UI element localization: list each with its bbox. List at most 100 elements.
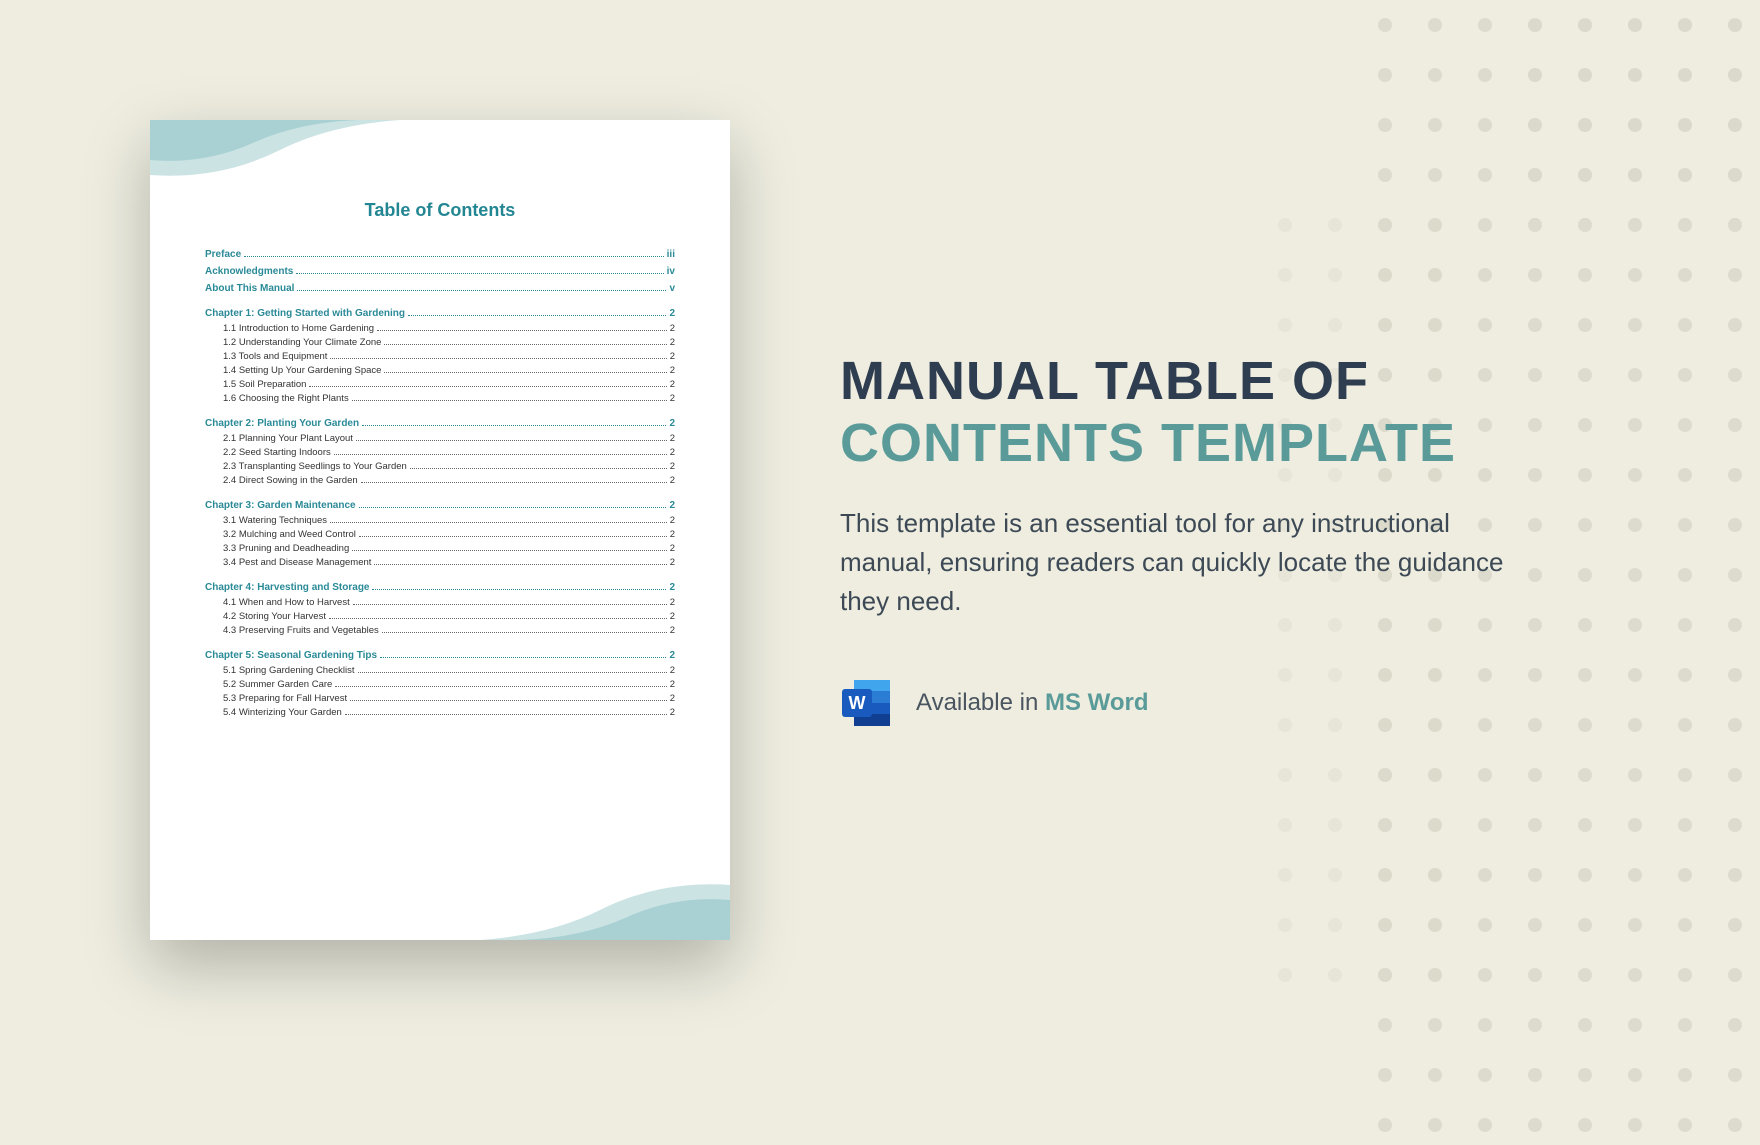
toc-label: 2.3 Transplanting Seedlings to Your Gard…	[223, 461, 407, 472]
toc-label: 5.2 Summer Garden Care	[223, 679, 332, 690]
toc-sub-line: 4.2 Storing Your Harvest 2	[205, 611, 675, 622]
toc-page: 2	[670, 611, 675, 622]
toc-leader-dots	[377, 330, 667, 331]
toc-leader-dots	[362, 425, 666, 426]
toc-sub-line: 3.3 Pruning and Deadheading 2	[205, 543, 675, 554]
toc-leader-dots	[353, 604, 667, 605]
toc-leader-dots	[408, 315, 666, 316]
toc-label: 2.2 Seed Starting Indoors	[223, 447, 331, 458]
toc-label: 3.3 Pruning and Deadheading	[223, 543, 349, 554]
toc-sub-line: 1.5 Soil Preparation 2	[205, 379, 675, 390]
toc-label: 2.4 Direct Sowing in the Garden	[223, 475, 358, 486]
available-prefix: Available in	[916, 689, 1045, 716]
toc-chapter-line: Chapter 5: Seasonal Gardening Tips2	[205, 650, 675, 661]
toc-leader-dots	[384, 372, 666, 373]
toc-front-line: Prefaceiii	[205, 249, 675, 260]
toc-page: 2	[669, 582, 675, 593]
available-row: W Available in MS Word	[840, 676, 1600, 730]
svg-text:W: W	[849, 693, 866, 713]
toc-label: 2.1 Planning Your Plant Layout	[223, 433, 353, 444]
headline-line-2: CONTENTS TEMPLATE	[840, 412, 1600, 474]
toc-label: Chapter 2: Planting Your Garden	[205, 418, 359, 429]
toc-label: Chapter 3: Garden Maintenance	[205, 500, 356, 511]
toc-page: 2	[670, 625, 675, 636]
toc-sub-line: 1.3 Tools and Equipment2	[205, 351, 675, 362]
toc-sub-line: 3.4 Pest and Disease Management2	[205, 557, 675, 568]
toc-leader-dots	[345, 714, 667, 715]
toc-label: Acknowledgments	[205, 266, 293, 277]
toc-chapter-line: Chapter 3: Garden Maintenance2	[205, 500, 675, 511]
toc-leader-dots	[361, 482, 667, 483]
toc-label: 4.2 Storing Your Harvest	[223, 611, 326, 622]
toc-sub-line: 1.1 Introduction to Home Gardening2	[205, 323, 675, 334]
toc-chapter-line: Chapter 4: Harvesting and Storage 2	[205, 582, 675, 593]
toc-label: 1.6 Choosing the Right Plants	[223, 393, 349, 404]
toc-page: 2	[670, 543, 675, 554]
toc-leader-dots	[329, 618, 667, 619]
toc-leader-dots	[374, 564, 666, 565]
available-text: Available in MS Word	[916, 689, 1149, 717]
toc-label: 3.2 Mulching and Weed Control	[223, 529, 356, 540]
toc-leader-dots	[359, 536, 667, 537]
toc-page: 2	[669, 308, 675, 319]
toc-label: About This Manual	[205, 283, 294, 294]
toc-page: 2	[669, 650, 675, 661]
toc-leader-dots	[410, 468, 667, 469]
toc-page: 2	[670, 679, 675, 690]
wave-bottom-icon	[480, 860, 730, 940]
toc-leader-dots	[330, 358, 666, 359]
toc-page: 2	[670, 529, 675, 540]
toc-sub-line: 2.1 Planning Your Plant Layout 2	[205, 433, 675, 444]
toc-sub-line: 2.3 Transplanting Seedlings to Your Gard…	[205, 461, 675, 472]
toc-page: 2	[670, 379, 675, 390]
toc-leader-dots	[380, 657, 666, 658]
toc-sub-line: 5.3 Preparing for Fall Harvest2	[205, 693, 675, 704]
toc-leader-dots	[335, 686, 666, 687]
toc-leader-dots	[382, 632, 667, 633]
toc-sub-line: 3.2 Mulching and Weed Control 2	[205, 529, 675, 540]
toc-chapter-line: Chapter 1: Getting Started with Gardenin…	[205, 308, 675, 319]
toc-title: Table of Contents	[205, 200, 675, 221]
toc-label: 1.5 Soil Preparation	[223, 379, 306, 390]
toc-page: iii	[667, 249, 675, 260]
toc-leader-dots	[372, 589, 666, 590]
toc-leader-dots	[352, 550, 666, 551]
toc-label: Chapter 1: Getting Started with Gardenin…	[205, 308, 405, 319]
toc-leader-dots	[350, 700, 667, 701]
toc-front-line: Acknowledgmentsiv	[205, 266, 675, 277]
toc-label: 1.2 Understanding Your Climate Zone	[223, 337, 381, 348]
toc-page: 2	[670, 557, 675, 568]
toc-label: 4.3 Preserving Fruits and Vegetables	[223, 625, 379, 636]
toc-page: 2	[670, 351, 675, 362]
toc-page: 2	[670, 475, 675, 486]
toc-leader-dots	[296, 273, 663, 274]
headline-line-1: MANUAL TABLE OF	[840, 350, 1600, 412]
toc-page: 2	[670, 433, 675, 444]
document-preview: Table of Contents Prefaceiii Acknowledgme…	[150, 120, 730, 940]
toc-label: Chapter 4: Harvesting and Storage	[205, 582, 369, 593]
toc-page: 2	[670, 597, 675, 608]
toc-page: 2	[670, 515, 675, 526]
toc-page: 2	[670, 365, 675, 376]
toc-chapter-line: Chapter 2: Planting Your Garden2	[205, 418, 675, 429]
headline: MANUAL TABLE OF CONTENTS TEMPLATE	[840, 350, 1600, 474]
toc-leader-dots	[359, 507, 667, 508]
toc-leader-dots	[352, 400, 667, 401]
toc-page: 2	[670, 461, 675, 472]
toc-page: 2	[670, 665, 675, 676]
toc-sub-line: 5.2 Summer Garden Care 2	[205, 679, 675, 690]
toc-page: 2	[670, 323, 675, 334]
toc-page: 2	[670, 447, 675, 458]
promo-description: This template is an essential tool for a…	[840, 504, 1540, 621]
toc-leader-dots	[358, 672, 667, 673]
toc-sub-line: 2.2 Seed Starting Indoors 2	[205, 447, 675, 458]
toc-sub-line: 3.1 Watering Techniques 2	[205, 515, 675, 526]
toc-leader-dots	[244, 256, 664, 257]
toc-sub-line: 4.1 When and How to Harvest2	[205, 597, 675, 608]
toc-leader-dots	[356, 440, 667, 441]
toc-sub-line: 5.1 Spring Gardening Checklist2	[205, 665, 675, 676]
toc-sub-line: 1.6 Choosing the Right Plants 2	[205, 393, 675, 404]
toc-page: 2	[670, 393, 675, 404]
toc-label: 3.1 Watering Techniques	[223, 515, 327, 526]
promo-panel: MANUAL TABLE OF CONTENTS TEMPLATE This t…	[840, 350, 1600, 730]
